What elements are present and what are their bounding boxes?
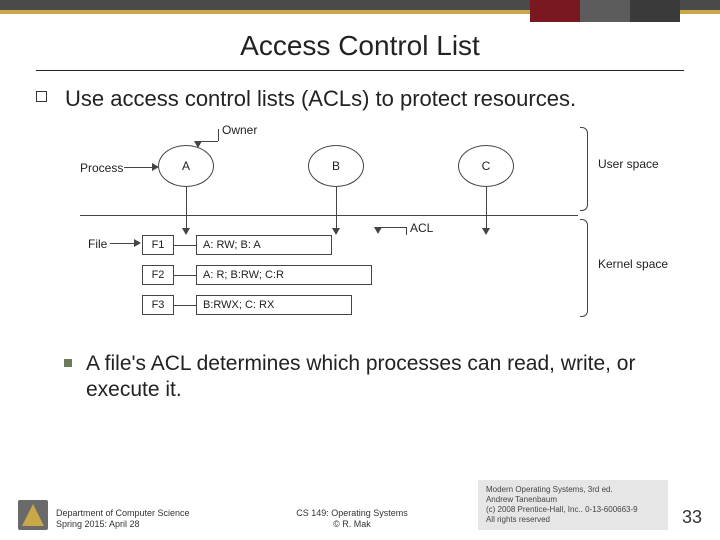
process-circle-c: C	[458, 145, 514, 187]
credit-line3: (c) 2008 Prentice-Hall, Inc.. 0-13-60066…	[486, 505, 660, 515]
process-circle-a: A	[158, 145, 214, 187]
arrow-line	[378, 227, 406, 228]
course-line2: © R. Mak	[226, 519, 478, 530]
label-file: File	[88, 237, 107, 251]
dept-line2: Spring 2015: April 28	[56, 519, 226, 530]
page-number: 33	[682, 507, 702, 528]
connector-line	[174, 305, 196, 306]
file-box: F1	[142, 235, 174, 255]
credit-box: Modern Operating Systems, 3rd ed. Andrew…	[478, 480, 668, 530]
arrow-right-icon	[134, 239, 141, 247]
arrow-line	[218, 129, 219, 141]
footer-center: CS 149: Operating Systems © R. Mak	[226, 508, 478, 531]
label-process: Process	[80, 161, 123, 175]
arrow-line	[336, 187, 337, 229]
label-owner: Owner	[222, 123, 257, 137]
arrow-down-icon	[482, 228, 490, 235]
sjsu-logo-icon	[18, 500, 48, 530]
footer-left: Department of Computer Science Spring 20…	[56, 508, 226, 531]
arrow-line	[486, 187, 487, 229]
file-box: F2	[142, 265, 174, 285]
arrow-down-icon	[374, 227, 382, 234]
footer: Department of Computer Science Spring 20…	[0, 480, 720, 530]
separator-line	[80, 215, 578, 216]
acl-box: A: R; B:RW; C:R	[196, 265, 372, 285]
bullet-level1: Use access control lists (ACLs) to prote…	[36, 85, 684, 113]
course-line1: CS 149: Operating Systems	[226, 508, 478, 519]
bullet2-text: A file's ACL determines which processes …	[86, 351, 684, 404]
arrow-down-icon	[332, 228, 340, 235]
small-square-bullet-icon	[64, 359, 72, 367]
acl-box: B:RWX; C: RX	[196, 295, 352, 315]
process-circle-b: B	[308, 145, 364, 187]
slide-title: Access Control List	[0, 30, 720, 62]
dept-line1: Department of Computer Science	[56, 508, 226, 519]
credit-line4: All rights reserved	[486, 515, 660, 525]
square-bullet-icon	[36, 91, 47, 102]
acl-box: A: RW; B: A	[196, 235, 332, 255]
credit-line1: Modern Operating Systems, 3rd ed.	[486, 485, 660, 495]
connector-line	[174, 275, 196, 276]
brace-kernel-icon	[580, 219, 588, 317]
arrow-line	[124, 167, 154, 168]
label-userspace: User space	[598, 157, 659, 171]
arrow-line	[186, 187, 187, 229]
credit-line2: Andrew Tanenbaum	[486, 495, 660, 505]
label-kernelspace: Kernel space	[598, 257, 668, 271]
arrow-down-icon	[182, 228, 190, 235]
acl-diagram: Process Owner A B C User space Kernel sp…	[80, 123, 670, 343]
slide-content: Use access control lists (ACLs) to prote…	[0, 71, 720, 403]
bullet1-text: Use access control lists (ACLs) to prote…	[65, 85, 576, 113]
label-acl: ACL	[410, 221, 433, 235]
arrow-line	[406, 227, 407, 235]
accent-stripes	[530, 0, 680, 22]
brace-user-icon	[580, 127, 588, 211]
file-box: F3	[142, 295, 174, 315]
bullet-level2: A file's ACL determines which processes …	[36, 351, 684, 404]
arrow-line	[110, 243, 136, 244]
connector-line	[174, 245, 196, 246]
